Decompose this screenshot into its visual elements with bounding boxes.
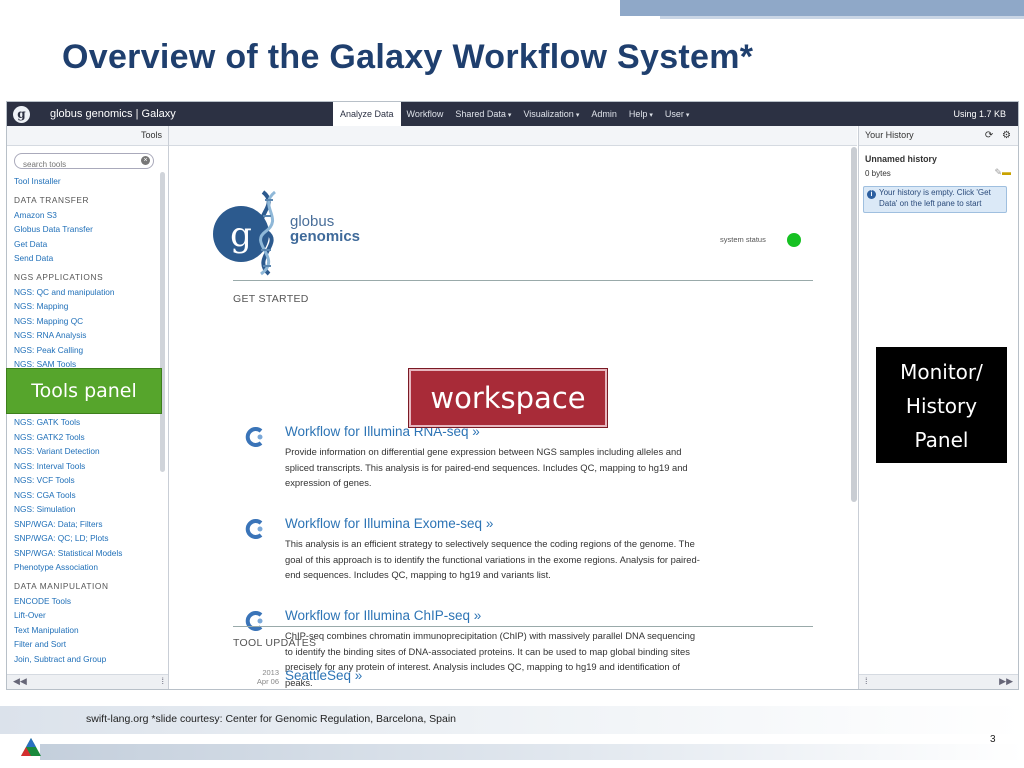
nav-user[interactable]: User ▾ xyxy=(659,102,696,126)
chevron-down-icon: ▾ xyxy=(575,112,580,119)
info-icon: i xyxy=(867,190,876,199)
tool-link[interactable]: NGS: QC and manipulation xyxy=(14,285,164,300)
main-nav: Analyze Data Workflow Shared Data ▾ Visualiz… xyxy=(333,102,695,126)
history-name[interactable]: Unnamed history xyxy=(865,154,937,164)
tool-updates-heading: TOOL UPDATES xyxy=(233,637,317,649)
tool-link[interactable]: Text Manipulation xyxy=(14,623,164,638)
tools-scrollbar[interactable] xyxy=(160,172,165,472)
slide-footer: swift-lang.org *slide courtesy: Center f… xyxy=(86,713,457,725)
search-clear-icon[interactable]: × xyxy=(141,156,150,165)
globus-logo-icon: g xyxy=(13,105,30,123)
tool-link[interactable]: SNP/WGA: Statistical Models xyxy=(14,546,164,561)
tool-search-input[interactable] xyxy=(23,158,133,171)
tool-link[interactable]: Filter and Sort xyxy=(14,637,164,652)
quota-usage: Using 1.7 KB xyxy=(953,109,1006,119)
tool-link[interactable]: Amazon S3 xyxy=(14,208,164,223)
tool-link[interactable]: NGS: CGA Tools xyxy=(14,488,164,503)
tool-link[interactable]: NGS: Mapping QC xyxy=(14,314,164,329)
workspace-scrollbar[interactable] xyxy=(851,147,857,502)
footer-bar-lower xyxy=(40,744,1024,760)
workflow-description: This analysis is an efficient strategy t… xyxy=(285,538,700,580)
chevron-down-icon: ▾ xyxy=(649,112,653,119)
nav-shared-data[interactable]: Shared Data ▾ xyxy=(449,102,517,126)
tool-list: Tool Installer DATA TRANSFER Amazon S3 Glob… xyxy=(14,174,164,666)
nav-analyze-data[interactable]: Analyze Data xyxy=(333,102,401,126)
tool-link[interactable]: NGS: Peak Calling xyxy=(14,343,164,358)
workspace-header xyxy=(169,126,857,146)
nav-workflow[interactable]: Workflow xyxy=(401,102,450,126)
tools-panel-footer: ◀◀ ⁞ xyxy=(7,674,168,689)
workflow-icon xyxy=(245,611,263,631)
get-started-heading: GET STARTED xyxy=(233,293,309,305)
svg-text:g: g xyxy=(230,215,252,255)
masthead: g globus genomics | Galaxy Analyze Data W… xyxy=(7,102,1018,126)
refresh-icon[interactable]: ⟳ xyxy=(985,130,993,141)
brand[interactable]: g globus genomics | Galaxy xyxy=(13,105,176,123)
tool-link[interactable]: NGS: Variant Detection xyxy=(14,444,164,459)
tool-link[interactable]: Lift-Over xyxy=(14,608,164,623)
workflow-icon xyxy=(245,427,263,447)
top-decoration-bar xyxy=(620,0,1024,16)
history-panel-header: Your History ⟳ ⚙ xyxy=(859,126,1018,146)
chevron-down-icon: ▾ xyxy=(507,112,512,119)
tool-link[interactable]: NGS: GATK2 Tools xyxy=(14,430,164,445)
tool-section-heading: DATA TRANSFER xyxy=(14,194,90,205)
tool-link[interactable]: NGS: GATK Tools xyxy=(14,415,164,430)
argonne-logo-icon xyxy=(21,738,41,756)
folder-icon[interactable]: ▬ xyxy=(1002,167,1011,177)
tools-panel-header: Tools xyxy=(7,126,168,146)
expand-right-icon[interactable]: ▶▶ xyxy=(999,676,1013,687)
tool-section-heading: NGS APPLICATIONS xyxy=(14,271,104,282)
callout-workspace: workspace xyxy=(408,368,608,428)
tool-link[interactable]: NGS: Interval Tools xyxy=(14,459,164,474)
history-size: 0 bytes xyxy=(865,169,891,178)
workflow-icon xyxy=(245,519,263,539)
brand-title: globus genomics | Galaxy xyxy=(50,108,176,120)
workflow-description: Provide information on differential gene… xyxy=(285,446,688,488)
chevron-down-icon: ▾ xyxy=(685,112,690,119)
tool-link[interactable]: NGS: VCF Tools xyxy=(14,473,164,488)
nav-admin[interactable]: Admin xyxy=(585,102,623,126)
drag-handle-icon[interactable]: ⁞ xyxy=(865,676,868,686)
tool-link[interactable]: Join, Subtract and Group xyxy=(14,652,164,667)
callout-tools-panel: Tools panel xyxy=(6,368,162,414)
divider xyxy=(233,280,813,281)
tool-link[interactable]: NGS: Simulation xyxy=(14,502,164,517)
divider xyxy=(233,626,813,627)
tool-link[interactable]: Tool Installer xyxy=(14,174,164,189)
callout-history-panel: Monitor/History Panel xyxy=(876,347,1007,463)
history-empty-message: i Your history is empty. Click 'Get Data… xyxy=(863,186,1007,213)
system-status-label: system status xyxy=(720,235,766,244)
gear-icon[interactable]: ⚙ xyxy=(1002,130,1011,141)
tool-link[interactable]: ENCODE Tools xyxy=(14,594,164,609)
tool-search: × xyxy=(14,153,154,171)
workflow-link[interactable]: Workflow for Illumina Exome-seq » xyxy=(285,516,493,531)
tool-link[interactable]: SNP/WGA: QC; LD; Plots xyxy=(14,531,164,546)
tool-link[interactable]: Phenotype Association xyxy=(14,560,164,575)
tool-section-heading: DATA MANIPULATION xyxy=(14,580,109,591)
slide-title: Overview of the Galaxy Workflow System* xyxy=(62,38,754,76)
history-tools: ✎▬ xyxy=(994,167,1011,178)
dna-helix-icon: g xyxy=(213,190,277,276)
update-date: 2013 Apr 06 xyxy=(256,668,279,686)
update-link-seattleseq[interactable]: SeattleSeq » xyxy=(285,668,362,683)
tool-link[interactable]: NGS: RNA Analysis xyxy=(14,328,164,343)
tool-link[interactable]: NGS: Mapping xyxy=(14,299,164,314)
page-number: 3 xyxy=(990,734,996,745)
tool-link[interactable]: Send Data xyxy=(14,251,164,266)
drag-handle-icon[interactable]: ⁞ xyxy=(161,676,164,686)
tool-link[interactable]: Globus Data Transfer xyxy=(14,222,164,237)
top-decoration-line xyxy=(660,16,1024,19)
nav-visualization[interactable]: Visualization ▾ xyxy=(517,102,585,126)
workflow-link[interactable]: Workflow for Illumina ChIP-seq » xyxy=(285,608,481,623)
nav-help[interactable]: Help ▾ xyxy=(623,102,659,126)
tool-link[interactable]: Get Data xyxy=(14,237,164,252)
collapse-left-icon[interactable]: ◀◀ xyxy=(13,676,27,687)
history-panel-footer: ⁞ ▶▶ xyxy=(859,674,1018,689)
tool-link[interactable]: SNP/WGA: Data; Filters xyxy=(14,517,164,532)
system-status-indicator xyxy=(787,233,801,247)
pencil-icon[interactable]: ✎ xyxy=(994,167,1002,177)
globus-genomics-wordmark: globus genomics xyxy=(290,213,361,245)
